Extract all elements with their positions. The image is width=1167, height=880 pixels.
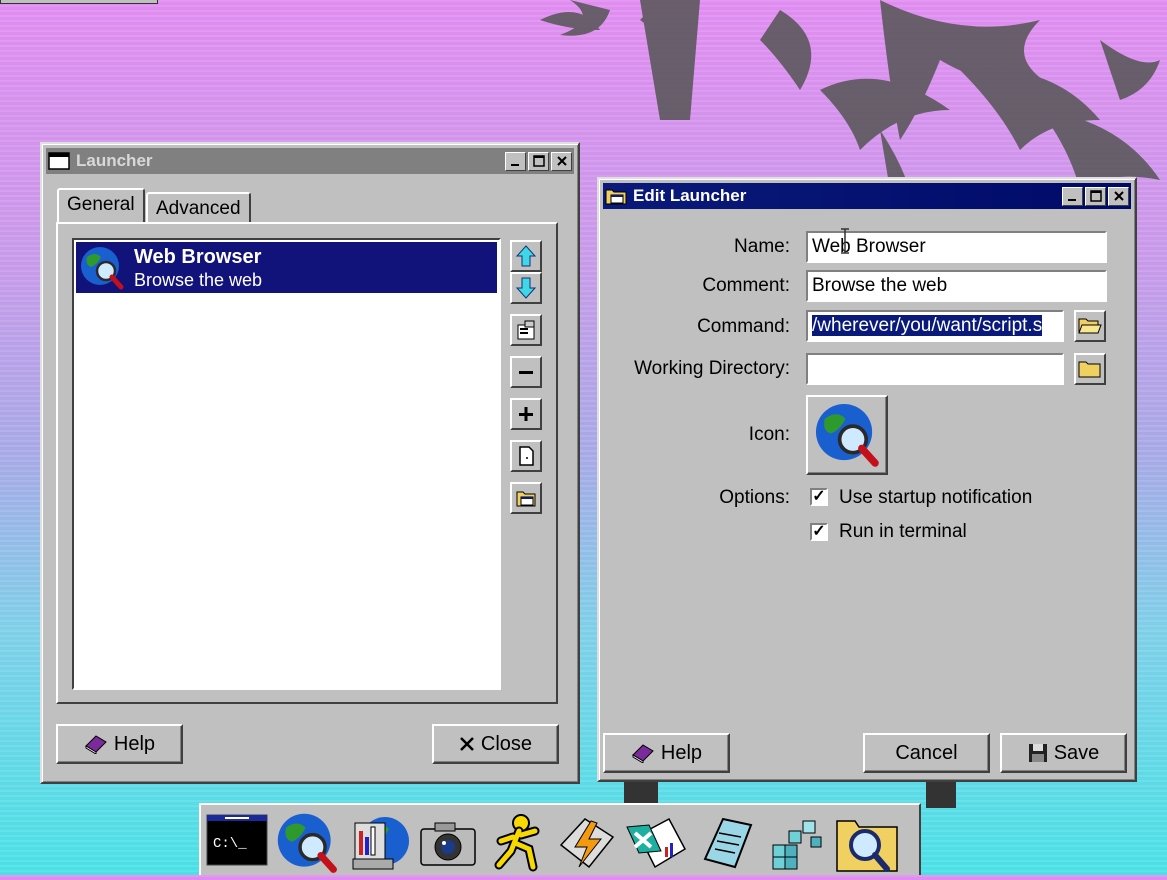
cancel-button[interactable]: Cancel xyxy=(863,733,990,773)
top-bar-stub xyxy=(0,0,158,4)
maximize-button[interactable] xyxy=(528,151,549,171)
cancel-button-label: Cancel xyxy=(895,741,958,764)
minimize-button[interactable] xyxy=(1062,186,1083,206)
help-book-icon xyxy=(632,744,654,763)
edit-launcher-titlebar[interactable]: Edit Launcher xyxy=(603,183,1131,209)
working-directory-field[interactable] xyxy=(806,353,1064,385)
terminal-text: C:\_ xyxy=(213,836,247,852)
help-button[interactable]: Help xyxy=(603,733,730,773)
dock-panel: C:\_ xyxy=(199,803,921,875)
blocks-icon xyxy=(772,820,822,870)
runner-icon xyxy=(494,814,540,872)
launcher-list[interactable]: Web Browser Browse the web xyxy=(72,238,501,690)
window-title: Launcher xyxy=(76,151,153,170)
close-window-button[interactable] xyxy=(1108,186,1129,206)
open-folder-icon xyxy=(1078,318,1102,334)
remove-icon xyxy=(519,371,533,374)
dock-item-web-browser[interactable] xyxy=(275,811,341,875)
launcher-titlebar[interactable]: Launcher xyxy=(46,148,574,174)
remove-button[interactable] xyxy=(510,356,542,388)
window-title: Edit Launcher xyxy=(633,186,747,205)
folder-icon xyxy=(1078,361,1101,378)
list-item-subtitle: Browse the web xyxy=(134,270,263,290)
close-window-button[interactable] xyxy=(551,151,572,171)
close-x-icon xyxy=(460,737,474,751)
save-disk-icon xyxy=(1028,744,1047,762)
maximize-icon xyxy=(1089,190,1102,202)
folder-launcher-icon xyxy=(516,491,536,507)
move-up-button[interactable] xyxy=(510,240,542,272)
folder-search-icon xyxy=(836,820,898,872)
help-book-icon xyxy=(85,735,107,754)
maximize-button[interactable] xyxy=(1085,186,1106,206)
globe-magnifier-icon xyxy=(815,403,879,467)
properties-button[interactable] xyxy=(510,314,542,346)
name-field[interactable]: Web Browser xyxy=(806,231,1107,263)
new-item-button[interactable] xyxy=(510,440,542,472)
dock-item-camera[interactable] xyxy=(415,811,481,875)
startup-notification-label: Use startup notification xyxy=(839,487,1033,508)
text-cursor-icon xyxy=(841,228,849,254)
save-button-label: Save xyxy=(1053,741,1100,764)
dock-item-blocks[interactable] xyxy=(765,811,831,875)
dock-item-folder-search[interactable] xyxy=(835,811,901,875)
command-selected-text: /wherever/you/want/script.s xyxy=(812,315,1043,336)
comment-field[interactable]: Browse the web xyxy=(806,270,1107,302)
working-directory-label: Working Directory: xyxy=(634,358,790,379)
close-icon xyxy=(1113,191,1124,201)
dock-item-runner[interactable] xyxy=(485,811,551,875)
tab-advanced[interactable]: Advanced xyxy=(146,192,251,222)
add-icon xyxy=(519,407,533,421)
camera-icon xyxy=(420,822,476,866)
dock-item-excel[interactable] xyxy=(625,811,691,875)
file-manager-icon xyxy=(352,817,409,870)
edit-launcher-window: Edit Launcher xyxy=(597,177,1137,782)
edit-launcher-button[interactable] xyxy=(510,482,542,514)
browse-command-button[interactable] xyxy=(1074,310,1106,342)
startup-notification-checkbox[interactable]: ✓ xyxy=(810,488,828,506)
add-button[interactable] xyxy=(510,398,542,430)
name-label: Name: xyxy=(734,236,790,257)
close-button[interactable]: Close xyxy=(432,724,559,764)
terminal-icon: C:\_ xyxy=(206,814,268,866)
minimize-icon xyxy=(1067,199,1076,201)
tab-general[interactable]: General xyxy=(57,188,145,222)
globe-magnifier-icon xyxy=(81,247,124,290)
help-button-label: Help xyxy=(113,732,156,755)
excel-icon xyxy=(626,817,686,869)
icon-label: Icon: xyxy=(748,424,790,445)
comment-label: Comment: xyxy=(702,275,790,296)
dock-item-notepad[interactable] xyxy=(695,811,761,875)
help-button[interactable]: Help xyxy=(56,724,183,764)
dock-item-file-manager[interactable] xyxy=(345,811,411,875)
dock-item-terminal[interactable]: C:\_ xyxy=(205,811,271,875)
move-down-button[interactable] xyxy=(510,272,542,304)
save-button[interactable]: Save xyxy=(1000,733,1127,773)
notepad-icon xyxy=(703,817,753,869)
command-label: Command: xyxy=(697,316,790,337)
run-in-terminal-checkbox[interactable]: ✓ xyxy=(810,523,828,541)
properties-icon xyxy=(517,320,535,340)
folder-launcher-icon xyxy=(605,189,627,205)
command-field[interactable]: /wherever/you/want/script.s xyxy=(806,310,1064,342)
move-up-icon xyxy=(515,245,537,267)
browse-directory-button[interactable] xyxy=(1074,353,1106,385)
help-button-label: Help xyxy=(660,741,703,764)
run-in-terminal-label: Run in terminal xyxy=(839,521,967,542)
list-item-title: Web Browser xyxy=(134,246,262,268)
minimize-icon xyxy=(510,164,519,166)
web-browser-icon xyxy=(277,813,337,873)
icon-chooser-button[interactable] xyxy=(806,395,888,475)
winamp-icon xyxy=(559,818,615,869)
options-label: Options: xyxy=(719,487,790,508)
close-button-label: Close xyxy=(480,732,533,755)
minimize-button[interactable] xyxy=(505,151,526,171)
move-down-icon xyxy=(515,277,537,299)
list-item[interactable]: Web Browser Browse the web xyxy=(76,242,497,293)
close-icon xyxy=(556,156,567,166)
maximize-icon xyxy=(532,155,545,167)
dock-item-winamp[interactable] xyxy=(555,811,621,875)
new-item-icon xyxy=(519,446,534,466)
window-icon xyxy=(48,152,70,170)
